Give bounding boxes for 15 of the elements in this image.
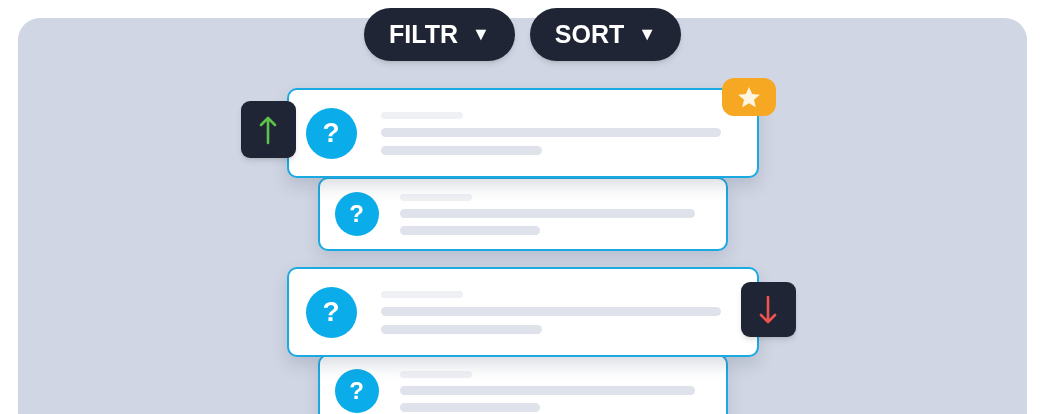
list-card[interactable]: ? <box>286 88 759 178</box>
list-card[interactable]: ? <box>286 267 759 357</box>
list-card[interactable]: ? <box>317 177 728 251</box>
move-down-button[interactable] <box>740 282 796 337</box>
star-icon <box>737 86 760 108</box>
question-icon: ? <box>334 369 379 413</box>
move-up-button[interactable] <box>240 101 296 158</box>
arrow-up-icon <box>259 114 277 145</box>
dropdown-button[interactable]: SORT ▼ <box>530 8 681 61</box>
question-icon: ? <box>305 286 357 338</box>
question-icon: ? <box>334 192 379 236</box>
list-card[interactable]: ? <box>317 354 728 414</box>
question-icon: ? <box>305 107 357 159</box>
arrow-down-icon <box>759 294 777 325</box>
dropdown-button[interactable]: FILTR ▼ <box>364 8 515 61</box>
